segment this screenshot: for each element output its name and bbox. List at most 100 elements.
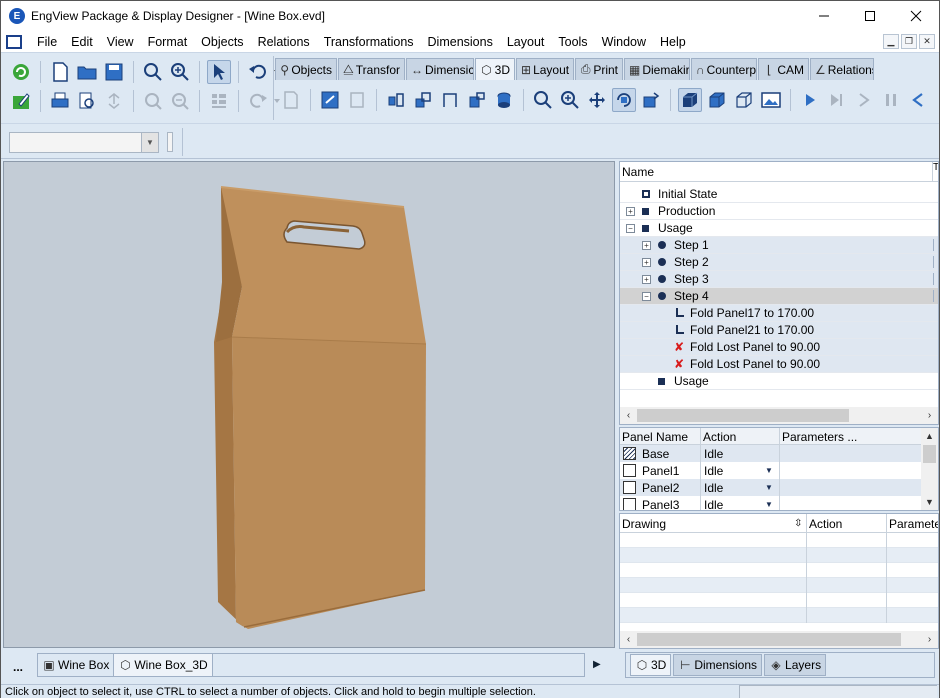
menu-tools[interactable]: Tools [551, 35, 594, 49]
scroll-thumb[interactable] [637, 633, 901, 646]
collapse-icon[interactable]: − [626, 224, 635, 233]
tree-row[interactable]: + Step 1 [620, 237, 938, 254]
menu-help[interactable]: Help [653, 35, 693, 49]
tab-3d[interactable]: ⬡ 3D [475, 58, 515, 80]
tab-layers-panel[interactable]: ◈ Layers [764, 654, 827, 676]
maximize-icon[interactable] [847, 1, 893, 31]
tree-hscrollbar[interactable]: ‹ › [620, 407, 938, 424]
minimize-icon[interactable] [801, 1, 847, 31]
layer-combo[interactable]: ▼ [9, 132, 159, 153]
menu-file[interactable]: File [30, 35, 64, 49]
zoom-3d-icon[interactable] [531, 88, 555, 112]
mdi-close-icon[interactable]: ✕ [919, 34, 935, 49]
tab-print[interactable]: ⎙ Print [575, 58, 623, 80]
wine-box-3d-model[interactable] [4, 162, 615, 648]
menu-layout[interactable]: Layout [500, 35, 552, 49]
fold-group-icon[interactable] [411, 88, 435, 112]
zoom-icon[interactable] [141, 60, 165, 84]
tree-row[interactable]: ✘ Fold Lost Panel to 90.00 [620, 356, 938, 373]
print-preview-icon[interactable] [75, 89, 99, 113]
drawing-hscrollbar[interactable]: ‹ › [620, 631, 938, 648]
3d-viewport[interactable] [3, 161, 615, 648]
scroll-right-icon[interactable]: › [921, 410, 938, 421]
save-icon[interactable] [102, 60, 126, 84]
mdi-minimize-icon[interactable]: ▁ [883, 34, 899, 49]
print-icon[interactable] [48, 89, 72, 113]
tree-row[interactable]: − Usage [620, 220, 938, 237]
tab-dimensions[interactable]: ↔ Dimensic [406, 58, 474, 80]
close-icon[interactable] [893, 1, 939, 31]
dimension-3d-icon[interactable] [438, 88, 462, 112]
scroll-left-icon[interactable]: ‹ [620, 410, 637, 421]
scroll-tabs-right-icon[interactable]: ▶ [593, 659, 601, 670]
menu-view[interactable]: View [100, 35, 141, 49]
expand-icon[interactable]: + [626, 207, 635, 216]
expand-icon[interactable]: + [642, 241, 651, 250]
step-back-icon[interactable] [906, 88, 930, 112]
tree-row[interactable]: − Step 4 [620, 288, 938, 305]
chevron-down-icon[interactable]: ▼ [141, 133, 158, 152]
tab-objects[interactable]: ⚲ Objects [275, 58, 337, 80]
doc-tab-wine-box-3d[interactable]: ⬡ Wine Box_3D [114, 654, 213, 676]
zoom-in-icon[interactable] [168, 60, 192, 84]
panel-parameters[interactable] [779, 479, 859, 496]
scroll-up-icon[interactable]: ▲ [921, 428, 938, 444]
panel-action[interactable]: Idle [704, 464, 723, 478]
menu-relations[interactable]: Relations [251, 35, 317, 49]
tab-cam[interactable]: ⌊ CAM [758, 58, 809, 80]
solid-view-icon[interactable] [678, 88, 702, 112]
tree-row[interactable]: + Production [620, 203, 938, 220]
panel-table-vscrollbar[interactable]: ▲ ▼ [921, 428, 938, 510]
doc-tab-wine-box[interactable]: ▣ Wine Box [38, 654, 115, 676]
scroll-right-icon[interactable]: › [921, 634, 938, 645]
panel-checkbox[interactable] [623, 481, 636, 494]
menu-dimensions[interactable]: Dimensions [421, 35, 500, 49]
panel-checkbox[interactable] [623, 498, 636, 510]
tab-3d-panel[interactable]: ⬡ 3D [630, 654, 672, 676]
refresh-green-icon[interactable] [9, 60, 33, 84]
tab-counterpart[interactable]: ∩ Counterp [691, 58, 757, 80]
tree-row[interactable]: ✘ Fold Lost Panel to 90.00 [620, 339, 938, 356]
shaded-view-icon[interactable] [705, 88, 729, 112]
tab-layout[interactable]: ⊞ Layout [516, 58, 574, 80]
open-folder-icon[interactable] [75, 60, 99, 84]
menu-format[interactable]: Format [141, 35, 195, 49]
edit-green-icon[interactable] [9, 89, 33, 113]
chevron-down-icon[interactable]: ▼ [765, 466, 773, 475]
table-row[interactable]: Base Idle [620, 445, 938, 462]
table-row[interactable]: Panel1 Idle ▼ [620, 462, 938, 479]
play-icon[interactable] [798, 88, 822, 112]
scroll-thumb[interactable] [923, 445, 936, 463]
panel-action[interactable]: Idle [704, 447, 723, 461]
table-row[interactable]: Panel3 Idle ▼ [620, 496, 938, 511]
select-arrow-icon[interactable] [207, 60, 231, 84]
zoom-in-3d-icon[interactable] [558, 88, 582, 112]
export-3d-icon[interactable] [318, 88, 342, 112]
panel-parameters[interactable] [779, 462, 859, 479]
scroll-down-icon[interactable]: ▼ [921, 494, 938, 510]
chevron-down-icon[interactable]: ▼ [765, 483, 773, 492]
mdi-restore-icon[interactable]: ❐ [901, 34, 917, 49]
move-panel-icon[interactable] [465, 88, 489, 112]
expand-icon[interactable]: + [642, 258, 651, 267]
wireframe-view-icon[interactable] [732, 88, 756, 112]
document-menu-icon[interactable] [6, 34, 22, 49]
tree-row[interactable]: + Step 2 [620, 254, 938, 271]
more-documents-button[interactable]: ... [13, 660, 23, 674]
panel-parameters[interactable] [779, 445, 859, 462]
tab-diemaking[interactable]: ▦ Diemakir [624, 58, 690, 80]
material-icon[interactable] [492, 88, 516, 112]
collapse-icon[interactable]: − [642, 292, 651, 301]
tree-row[interactable]: Usage [620, 373, 938, 390]
panel-action[interactable]: Idle [704, 498, 723, 511]
panel-parameters[interactable] [779, 496, 859, 510]
rotate-3d-icon[interactable] [612, 88, 636, 112]
menu-objects[interactable]: Objects [194, 35, 250, 49]
scroll-thumb[interactable] [637, 409, 849, 422]
tree-row[interactable]: Initial State [620, 186, 938, 203]
panel-checkbox[interactable] [623, 464, 636, 477]
image-view-icon[interactable] [759, 88, 783, 112]
menu-transformations[interactable]: Transformations [317, 35, 421, 49]
tree-row[interactable]: Fold Panel21 to 170.00 [620, 322, 938, 339]
pan-icon[interactable] [585, 88, 609, 112]
